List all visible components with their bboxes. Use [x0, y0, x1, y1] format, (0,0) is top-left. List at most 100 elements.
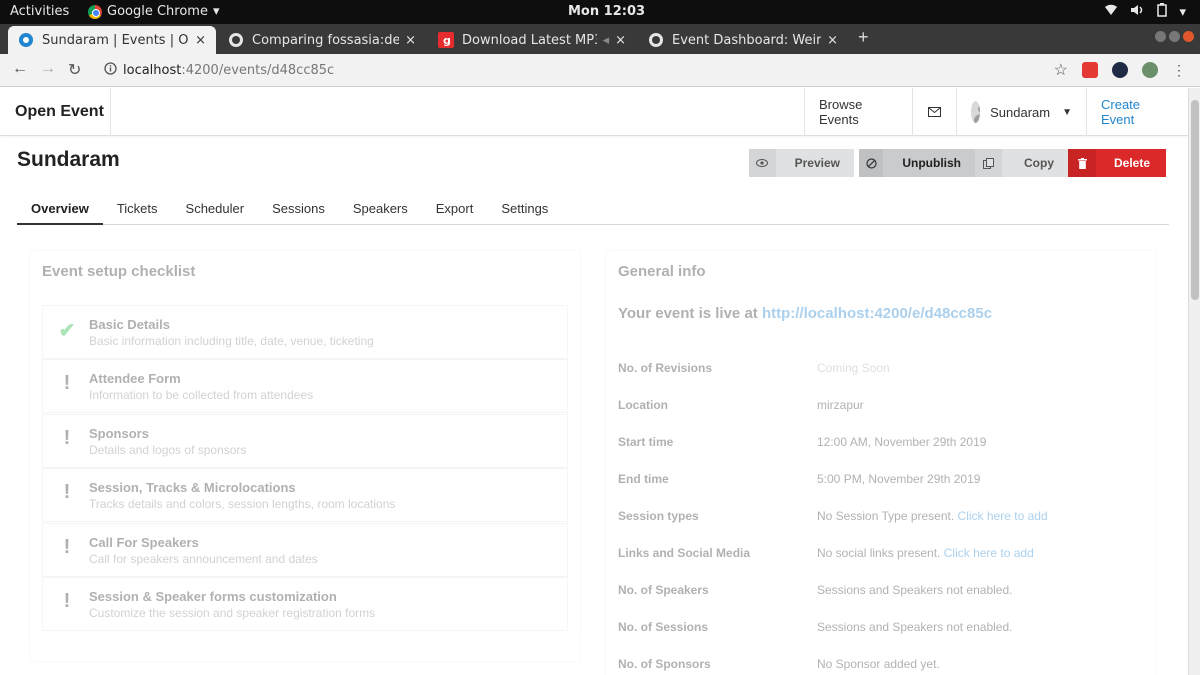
info-label: No. of Revisions [618, 361, 713, 375]
general-info-panel: General info Your event is live at http:… [605, 250, 1157, 675]
delete-button[interactable]: Delete [1068, 149, 1166, 177]
info-value: No Session Type present. [817, 509, 955, 523]
add-session-type-link[interactable]: Click here to add [958, 509, 1048, 523]
browser-tab-sundaram[interactable]: Sundaram | Events | Open Event × [8, 26, 216, 54]
create-event-link[interactable]: Create Event [1086, 88, 1188, 136]
activities-button[interactable]: Activities [10, 4, 69, 19]
info-label: Session types [618, 509, 699, 523]
close-tab-icon[interactable]: × [405, 33, 416, 48]
forward-arrow-icon[interactable]: → [40, 60, 56, 78]
new-tab-button[interactable]: + [858, 27, 869, 48]
add-social-link-link[interactable]: Click here to add [944, 546, 1034, 560]
exclamation-icon: ! [63, 372, 71, 394]
checkmark-icon: ✔ [58, 320, 76, 342]
tab-title: Event Dashboard: Weird view [672, 32, 822, 48]
battery-icon[interactable] [1157, 3, 1168, 21]
extension-red-icon[interactable] [1082, 62, 1098, 78]
brand-logo[interactable]: Open Event [0, 88, 111, 136]
volume-icon[interactable] [1130, 4, 1145, 20]
profile-avatar-icon[interactable] [1142, 62, 1158, 78]
app-menu[interactable]: Google Chrome ▾ [88, 4, 220, 19]
close-window-icon[interactable] [1183, 31, 1194, 42]
reload-icon[interactable]: ↻ [68, 60, 81, 80]
svg-text:g: g [443, 34, 451, 47]
event-tabs: Overview Tickets Scheduler Sessions Spea… [17, 193, 1169, 225]
back-arrow-icon[interactable]: ← [12, 60, 28, 78]
browser-tab-event-dashboard[interactable]: Event Dashboard: Weird view × [638, 26, 848, 54]
info-value: No Sponsor added yet. [817, 657, 940, 671]
info-value: 12:00 AM, November 29th 2019 [817, 435, 987, 449]
checklist-heading: Event setup checklist [42, 263, 196, 280]
wifi-icon[interactable] [1104, 4, 1118, 20]
app-menu-label: Google Chrome [107, 4, 208, 19]
checklist-item-desc: Tracks details and colors, session lengt… [89, 497, 396, 511]
url-host: localhost [123, 63, 182, 78]
chrome-icon [88, 4, 102, 19]
user-name: Sundaram [990, 104, 1051, 120]
extension-shield-icon[interactable] [1112, 62, 1128, 78]
mute-tab-icon[interactable]: ◂ [603, 33, 610, 48]
info-icon[interactable] [104, 62, 117, 79]
bookmark-star-icon[interactable]: ☆ [1054, 60, 1068, 80]
info-value: Sessions and Speakers not enabled. [817, 583, 1013, 597]
tab-scheduler[interactable]: Scheduler [172, 193, 259, 225]
power-menu-caret-icon[interactable]: ▾ [1179, 5, 1186, 20]
scrollbar-thumb[interactable] [1191, 100, 1199, 300]
close-tab-icon[interactable]: × [195, 33, 206, 48]
setup-checklist-panel: Event setup checklist ✔ Basic Details Ba… [29, 250, 581, 662]
tab-tickets[interactable]: Tickets [103, 193, 172, 225]
event-live-line: Your event is live at http://localhost:4… [618, 305, 992, 322]
info-label: No. of Sessions [618, 620, 709, 634]
preview-button[interactable]: Preview [749, 149, 854, 177]
clock[interactable]: Mon 12:03 [568, 4, 645, 19]
copy-icon [975, 149, 1002, 177]
browse-events-link[interactable]: Browse Events [804, 88, 912, 136]
general-info-heading: General info [618, 263, 706, 280]
unpublish-label: Unpublish [902, 156, 961, 170]
checklist-item-sponsors[interactable]: ! Sponsors Details and logos of sponsors [42, 414, 568, 468]
info-value: Coming Soon [817, 361, 890, 375]
checklist-item-forms-customization[interactable]: ! Session & Speaker forms customization … [42, 577, 568, 631]
copy-label: Copy [1024, 156, 1054, 170]
notifications-mail-icon[interactable] [912, 88, 956, 136]
github-icon [228, 32, 244, 48]
info-label: Start time [618, 435, 674, 449]
exclamation-icon: ! [63, 536, 71, 558]
github-icon [648, 32, 664, 48]
address-bar[interactable]: localhost:4200/events/d48cc85c [104, 62, 334, 79]
tab-overview[interactable]: Overview [17, 193, 103, 225]
page-scrollbar[interactable] [1188, 88, 1200, 675]
checklist-item-tracks[interactable]: ! Session, Tracks & Microlocations Track… [42, 468, 568, 522]
tab-sessions[interactable]: Sessions [258, 193, 339, 225]
event-live-url-link[interactable]: http://localhost:4200/e/d48cc85c [762, 305, 992, 322]
browser-tab-comparing[interactable]: Comparing fossasia:development × [218, 26, 426, 54]
tab-settings[interactable]: Settings [487, 193, 562, 225]
minimize-window-icon[interactable] [1155, 31, 1166, 42]
chrome-menu-icon[interactable]: ⋮ [1172, 62, 1186, 79]
checklist-item-title: Session, Tracks & Microlocations [89, 480, 296, 495]
checklist-item-call-for-speakers[interactable]: ! Call For Speakers Call for speakers an… [42, 523, 568, 577]
tab-speakers[interactable]: Speakers [339, 193, 422, 225]
checklist-item-desc: Customize the session and speaker regist… [89, 606, 376, 620]
checklist-item-basic-details[interactable]: ✔ Basic Details Basic information includ… [42, 305, 568, 359]
caret-down-icon: ▼ [1062, 106, 1072, 118]
info-value: No social links present. [817, 546, 941, 560]
app-navbar: Open Event Browse Events Sundaram ▼ Crea… [0, 88, 1188, 136]
info-value: Sessions and Speakers not enabled. [817, 620, 1013, 634]
close-tab-icon[interactable]: × [827, 33, 838, 48]
copy-button[interactable]: Copy [975, 149, 1068, 177]
info-label: Location [618, 398, 668, 412]
user-menu[interactable]: Sundaram ▼ [956, 88, 1086, 136]
tab-title: Comparing fossasia:development [252, 32, 400, 48]
open-event-favicon-icon [18, 32, 34, 48]
system-tray[interactable]: ▾ [1104, 3, 1186, 21]
tab-export[interactable]: Export [422, 193, 488, 225]
info-label: No. of Speakers [618, 583, 709, 597]
preview-label: Preview [794, 156, 840, 170]
maximize-window-icon[interactable] [1169, 31, 1180, 42]
unpublish-button[interactable]: Unpublish [859, 149, 975, 177]
checklist-item-attendee-form[interactable]: ! Attendee Form Information to be collec… [42, 359, 568, 413]
eye-icon [749, 149, 776, 177]
close-tab-icon[interactable]: × [615, 33, 626, 48]
browser-tab-download[interactable]: g Download Latest MP3 Songs ◂ × [428, 26, 636, 54]
